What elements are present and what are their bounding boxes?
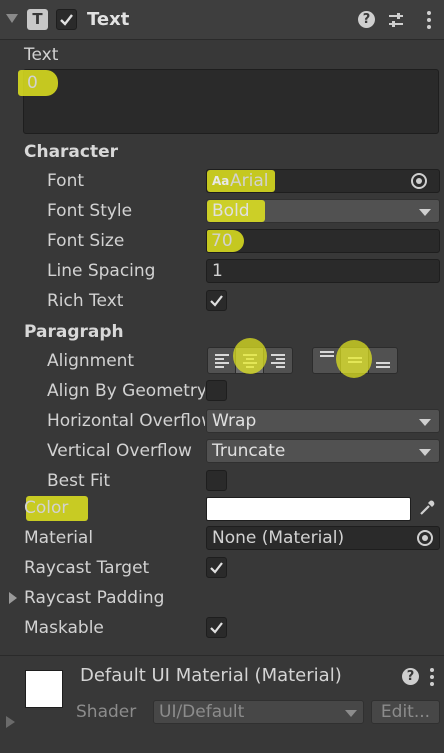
font-style-dropdown[interactable]: Bold	[206, 199, 440, 223]
chevron-down-icon	[345, 710, 357, 717]
align-by-geometry-checkbox[interactable]	[206, 380, 227, 401]
paragraph-header: Paragraph	[24, 322, 124, 342]
character-header: Character	[24, 142, 119, 162]
chevron-down-icon	[419, 419, 431, 426]
line-spacing-label: Line Spacing	[47, 261, 156, 281]
font-style-label: Font Style	[47, 201, 133, 221]
eyedropper-icon[interactable]	[418, 499, 436, 517]
material-preview-panel: Default UI Material (Material) ? Shader …	[0, 656, 444, 753]
horizontal-overflow-value: Wrap	[212, 411, 257, 431]
raycast-padding-foldout-icon[interactable]	[9, 592, 17, 604]
raycast-target-checkbox[interactable]	[206, 557, 227, 578]
shader-label: Shader	[76, 702, 137, 722]
chevron-down-icon	[419, 449, 431, 456]
material-thumbnail	[25, 670, 63, 708]
context-menu-icon[interactable]	[426, 10, 432, 30]
shader-value: UI/Default	[159, 702, 245, 722]
font-value: Arial	[230, 171, 269, 191]
presets-icon[interactable]	[387, 11, 405, 29]
help-icon[interactable]: ?	[358, 11, 375, 28]
best-fit-label: Best Fit	[47, 471, 110, 491]
component-title: Text	[87, 9, 130, 30]
horizontal-overflow-dropdown[interactable]: Wrap	[206, 409, 440, 433]
shader-dropdown[interactable]: UI/Default	[153, 700, 364, 724]
component-enabled-checkbox[interactable]	[56, 9, 77, 30]
line-spacing-value: 1	[212, 261, 223, 281]
text-value-highlight	[18, 70, 58, 96]
font-label: Font	[47, 171, 85, 191]
vertical-overflow-dropdown[interactable]: Truncate	[206, 439, 440, 463]
font-size-field[interactable]: 70	[206, 229, 440, 253]
material-preview-title: Default UI Material (Material)	[80, 665, 342, 686]
align-middle-highlight	[336, 340, 372, 378]
preview-foldout-icon[interactable]	[6, 716, 15, 728]
font-size-label: Font Size	[47, 231, 125, 251]
align-by-geometry-label: Align By Geometry	[47, 381, 205, 401]
material-label: Material	[24, 528, 94, 548]
maskable-label: Maskable	[24, 618, 104, 638]
font-style-value: Bold	[212, 201, 250, 221]
raycast-padding-label[interactable]: Raycast Padding	[24, 588, 164, 608]
align-left-icon	[215, 354, 229, 370]
text-label: Text	[24, 45, 59, 65]
material-value: None (Material)	[212, 528, 345, 548]
alignment-label: Alignment	[47, 351, 135, 371]
align-center-highlight	[233, 338, 267, 374]
align-top-icon	[320, 351, 334, 359]
raycast-target-label: Raycast Target	[24, 558, 150, 578]
foldout-arrow-icon[interactable]	[6, 14, 18, 23]
help-icon[interactable]: ?	[402, 668, 419, 685]
text-value: 0	[27, 73, 38, 93]
color-label: Color	[24, 498, 69, 518]
align-right-icon	[271, 354, 285, 370]
rich-text-label: Rich Text	[47, 291, 124, 311]
horizontal-overflow-label: Horizontal Overflow	[47, 411, 205, 431]
object-picker-icon[interactable]	[417, 530, 433, 546]
best-fit-checkbox[interactable]	[206, 470, 227, 491]
chevron-down-icon	[419, 209, 431, 216]
color-swatch[interactable]	[206, 497, 411, 521]
material-field[interactable]: None (Material)	[206, 526, 440, 550]
vertical-overflow-value: Truncate	[212, 441, 286, 461]
vertical-overflow-label: Vertical Overflow	[47, 441, 192, 461]
align-right-button[interactable]	[264, 348, 292, 373]
line-spacing-field[interactable]: 1	[206, 259, 440, 283]
context-menu-icon[interactable]	[429, 667, 435, 687]
align-left-button[interactable]	[208, 348, 236, 373]
text-area[interactable]	[23, 69, 439, 134]
align-bottom-button[interactable]	[369, 348, 397, 373]
font-size-value: 70	[211, 231, 233, 251]
align-bottom-icon	[376, 362, 390, 370]
font-field[interactable]: Aa Arial	[206, 169, 440, 193]
font-asset-icon: Aa	[212, 174, 230, 188]
edit-shader-button[interactable]: Edit...	[371, 700, 440, 724]
maskable-checkbox[interactable]	[206, 617, 227, 638]
rich-text-checkbox[interactable]	[206, 290, 227, 311]
text-component-icon: T	[27, 9, 48, 30]
object-picker-icon[interactable]	[411, 173, 427, 189]
component-header: T Text ?	[0, 0, 444, 40]
